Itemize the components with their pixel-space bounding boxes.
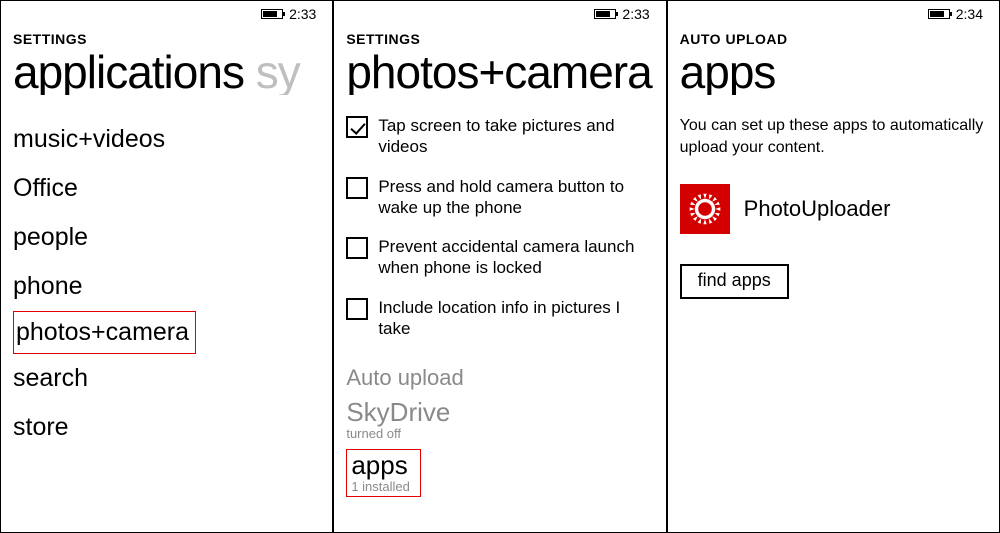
checkbox-hold-camera[interactable]: Press and hold camera button to wake up … [346, 176, 653, 219]
app-item-search[interactable]: search [13, 354, 320, 403]
battery-icon [928, 9, 950, 19]
screen-settings-applications: 2:33 SETTINGS applications sy music+vide… [0, 0, 333, 533]
checkbox-label: Tap screen to take pictures and videos [378, 115, 653, 158]
checkbox-icon[interactable] [346, 116, 368, 138]
checkbox-tap-screen[interactable]: Tap screen to take pictures and videos [346, 115, 653, 158]
checkbox-location-info[interactable]: Include location info in pictures I take [346, 297, 653, 340]
auto-upload-section-label: Auto upload [346, 365, 653, 391]
apps-title: apps [351, 450, 410, 481]
battery-icon [261, 9, 283, 19]
checkbox-label: Include location info in pictures I take [378, 297, 653, 340]
app-item-office[interactable]: Office [13, 164, 320, 213]
pivot-title: photos+camera [346, 49, 653, 95]
settings-header: SETTINGS [13, 31, 320, 47]
battery-icon [594, 9, 616, 19]
settings-header: SETTINGS [346, 31, 653, 47]
skydrive-status: turned off [346, 426, 653, 441]
checkbox-icon[interactable] [346, 177, 368, 199]
checkbox-icon[interactable] [346, 298, 368, 320]
apps-status: 1 installed [351, 479, 410, 494]
screen-auto-upload-apps: 2:34 AUTO UPLOAD apps You can set up the… [667, 0, 1000, 533]
skydrive-item[interactable]: SkyDrive turned off [346, 397, 653, 441]
app-photouploader[interactable]: PhotoUploader [680, 184, 987, 234]
find-apps-button[interactable]: find apps [680, 264, 789, 299]
screen-photos-camera-settings: 2:33 SETTINGS photos+camera Tap screen t… [333, 0, 666, 533]
app-item-music-videos[interactable]: music+videos [13, 115, 320, 164]
checkbox-label: Press and hold camera button to wake up … [378, 176, 653, 219]
skydrive-title: SkyDrive [346, 397, 653, 428]
app-item-photos-camera[interactable]: photos+camera [13, 311, 320, 354]
description-text: You can set up these apps to automatical… [680, 115, 987, 158]
status-bar: 2:33 [346, 1, 653, 27]
status-bar: 2:34 [680, 1, 987, 27]
checkbox-icon[interactable] [346, 237, 368, 259]
photouploader-icon [680, 184, 730, 234]
pivot-title: apps [680, 49, 987, 95]
apps-item[interactable]: apps 1 installed [346, 449, 421, 497]
checkbox-label: Prevent accidental camera launch when ph… [378, 236, 653, 279]
status-bar: 2:33 [13, 1, 320, 27]
auto-upload-header: AUTO UPLOAD [680, 31, 987, 47]
app-item-phone[interactable]: phone [13, 262, 320, 311]
app-item-people[interactable]: people [13, 213, 320, 262]
app-item-store[interactable]: store [13, 403, 320, 452]
pivot-title[interactable]: applications sy [13, 49, 320, 95]
checkbox-prevent-launch[interactable]: Prevent accidental camera launch when ph… [346, 236, 653, 279]
clock: 2:33 [289, 6, 316, 22]
clock: 2:34 [956, 6, 983, 22]
app-name-label: PhotoUploader [744, 196, 891, 222]
clock: 2:33 [622, 6, 649, 22]
